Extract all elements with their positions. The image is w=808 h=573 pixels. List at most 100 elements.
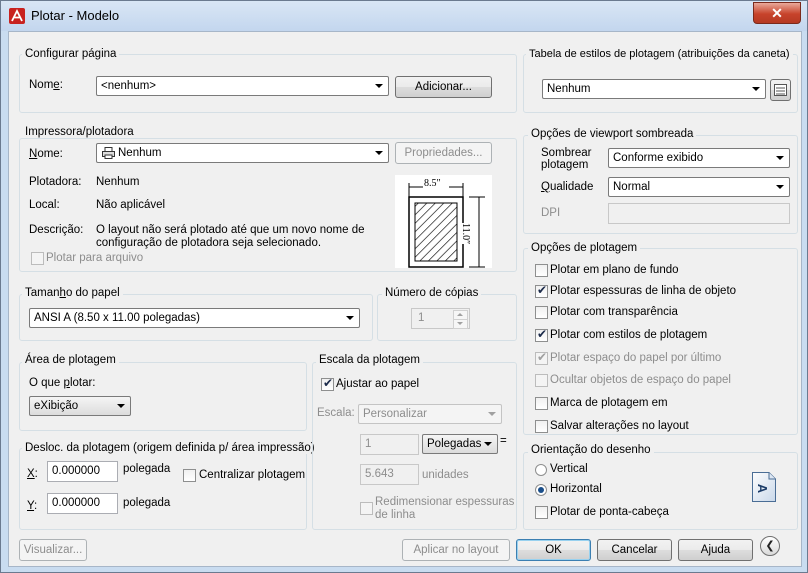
edit-plot-style-button[interactable] — [770, 79, 791, 101]
x-offset-label: X: — [27, 468, 38, 480]
printer-name-label: Nome: — [29, 148, 63, 160]
plot-option-checkbox[interactable] — [535, 420, 548, 433]
help-button[interactable]: Ajuda — [678, 539, 753, 561]
scale-lineweights-checkbox[interactable] — [360, 502, 373, 515]
dialog-body: Configurar página Nome: <nenhum> Adicion… — [8, 31, 802, 567]
what-to-plot-value: eXibição — [34, 400, 79, 412]
what-to-plot-label: O que plotar: — [29, 377, 96, 389]
plot-area-label: Área de plotagem — [22, 354, 119, 366]
page-setup-name-value: <nenhum> — [101, 80, 156, 92]
plot-option-label: Plotar com estilos de plotagem — [550, 329, 708, 341]
plot-style-table-select[interactable]: Nenhum — [542, 79, 766, 99]
plot-option-label: Salvar alterações no layout — [550, 420, 689, 432]
plotter-value: Nenhum — [96, 176, 140, 188]
plot-offset-label: Desloc. da plotagem (origem definida p/ … — [22, 442, 318, 454]
orientation-letter: A — [755, 483, 771, 494]
paper-size-value: ANSI A (8.50 x 11.00 polegadas) — [34, 312, 201, 324]
paper-size-select[interactable]: ANSI A (8.50 x 11.00 polegadas) — [29, 308, 360, 328]
shade-plot-label-2: plotagem — [541, 159, 589, 171]
vertical-label: Vertical — [550, 463, 588, 475]
chevron-down-icon — [752, 87, 760, 91]
ok-button[interactable]: OK — [516, 539, 591, 561]
printer-name-value: Nenhum — [118, 147, 162, 159]
location-value: Não aplicável — [96, 199, 166, 211]
apply-to-layout-button[interactable]: Aplicar no layout — [402, 539, 510, 561]
horizontal-radio[interactable] — [535, 484, 547, 496]
vertical-radio[interactable] — [535, 464, 547, 476]
quality-select[interactable]: Normal — [608, 177, 790, 197]
paper-height-label: 11.0″ — [460, 223, 471, 245]
landscape-page-icon: A — [752, 472, 776, 502]
plot-to-file-checkbox[interactable] — [31, 252, 44, 265]
spin-down-icon[interactable] — [453, 319, 468, 329]
horizontal-label: Horizontal — [550, 483, 602, 495]
scale-numerator-field[interactable]: 1 — [360, 434, 419, 455]
scale-select[interactable]: Personalizar — [358, 404, 502, 424]
chevron-down-icon — [375, 151, 383, 155]
equals-sign: = — [500, 435, 507, 447]
upside-down-checkbox[interactable] — [535, 506, 548, 519]
shade-plot-select[interactable]: Conforme exibido — [608, 148, 790, 168]
y-offset-unit: polegada — [123, 497, 171, 509]
chevron-down-icon — [375, 84, 383, 88]
chevron-down-icon — [776, 156, 784, 160]
printer-properties-button[interactable]: Propriedades... — [395, 142, 492, 164]
chevron-down-icon — [776, 185, 784, 189]
cancel-button[interactable]: Cancelar — [597, 539, 672, 561]
scale-numerator-value: 1 — [365, 438, 372, 450]
plotter-label: Plotadora: — [29, 176, 82, 188]
description-line-2: configuração de plotadora seja seleciona… — [96, 237, 322, 249]
paper-width-label: 8.5″ — [424, 178, 441, 189]
scale-lineweights-label-2: de linha — [375, 509, 416, 521]
plot-option-label: Plotar com transparência — [550, 306, 678, 318]
description-label: Descrição: — [29, 224, 84, 236]
shade-plot-label-1: Sombrear — [541, 147, 592, 159]
dpi-field[interactable] — [608, 203, 790, 224]
plot-option-checkbox[interactable] — [535, 397, 548, 410]
plot-style-table-label: Tabela de estilos de plotagem (atribuiçõ… — [526, 48, 793, 60]
quality-label: Qualidade — [541, 181, 594, 193]
page-setup-name-label: Nome: — [29, 79, 63, 91]
plot-option-checkbox[interactable] — [535, 306, 548, 319]
fit-to-paper-checkbox[interactable] — [321, 376, 334, 391]
plot-option-label: Plotar espaço do papel por último — [550, 352, 722, 364]
close-button[interactable]: ✕ — [753, 2, 801, 24]
page-setup-name-select[interactable]: <nenhum> — [96, 76, 389, 96]
printer-name-select[interactable]: Nenhum — [96, 143, 389, 163]
y-offset-field[interactable]: 0.000000 — [47, 493, 118, 514]
dpi-label: DPI — [541, 207, 561, 219]
plot-dialog: Plotar - Modelo ✕ Configurar página Nome… — [0, 0, 808, 573]
scale-denominator-value: 5.643 — [365, 468, 394, 480]
title-bar[interactable]: Plotar - Modelo ✕ — [1, 1, 807, 31]
scale-units-value: Polegadas — [427, 438, 482, 450]
center-plot-checkbox[interactable] — [183, 469, 196, 482]
what-to-plot-select[interactable]: eXibição — [29, 396, 131, 416]
fit-to-paper-label: Ajustar ao papel — [336, 378, 420, 390]
location-label: Local: — [29, 199, 60, 211]
scale-units-select[interactable]: Polegadas — [422, 434, 498, 454]
scale-denominator-field[interactable]: 5.643 — [360, 464, 419, 485]
copies-spinner[interactable]: 1 — [411, 308, 470, 329]
chevron-down-icon — [488, 412, 496, 416]
copies-label: Número de cópias — [382, 287, 482, 299]
plot-style-table-value: Nenhum — [547, 83, 591, 95]
scale-lineweights-label-1: Redimensionar espessuras — [375, 496, 515, 508]
plot-option-checkbox[interactable] — [535, 264, 548, 277]
x-offset-field[interactable]: 0.000000 — [47, 461, 118, 482]
plot-option-checkbox[interactable] — [535, 283, 548, 298]
printer-label: Impressora/plotadora — [22, 126, 137, 138]
collapse-options-icon[interactable]: ❮ — [760, 536, 780, 556]
plot-options-label: Opções de plotagem — [528, 242, 641, 254]
scale-label: Escala: — [317, 407, 355, 419]
preview-button[interactable]: Visualizar... — [19, 539, 87, 561]
add-page-setup-button[interactable]: Adicionar... — [395, 76, 492, 98]
autocad-app-icon — [9, 8, 25, 24]
plot-option-checkbox[interactable] — [535, 374, 548, 387]
edit-table-icon — [774, 84, 787, 96]
x-offset-unit: polegada — [123, 463, 171, 475]
paper-preview: 8.5″ 11.0″ — [395, 175, 492, 268]
paper-preview-drawing — [408, 179, 485, 268]
plot-option-checkbox[interactable] — [535, 350, 548, 365]
shaded-viewport-label: Opções de viewport sombreada — [528, 128, 697, 140]
plot-option-checkbox[interactable] — [535, 327, 548, 342]
